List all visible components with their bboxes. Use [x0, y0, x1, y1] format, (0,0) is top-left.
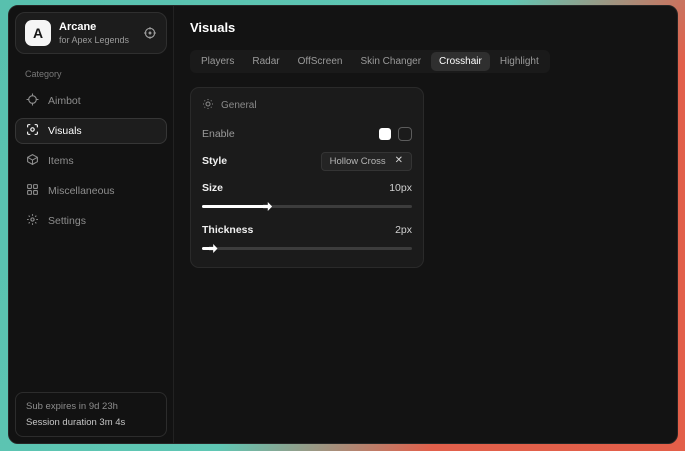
eye-scan-icon [26, 123, 39, 139]
enable-controls [379, 127, 412, 141]
app-title-block: Arcane for Apex Legends [59, 21, 135, 45]
sidebar-item-label: Items [48, 155, 74, 167]
subscription-status-card: Sub expires in 9d 23h Session duration 3… [15, 392, 167, 437]
style-row: Style Hollow Cross ✕ [202, 151, 412, 171]
enable-label: Enable [202, 128, 235, 140]
section-title: General [221, 100, 257, 111]
slider-thumb[interactable] [209, 244, 218, 253]
tab-radar[interactable]: Radar [244, 52, 287, 71]
desktop-background: A Arcane for Apex Legends Category [0, 0, 685, 451]
package-icon [26, 153, 39, 169]
general-settings-panel: General Enable Style Hollow Cross ✕ [190, 87, 424, 268]
sidebar-item-settings[interactable]: Settings [15, 208, 167, 234]
sub-expires-text: Sub expires in 9d 23h [26, 401, 156, 412]
tab-bar: Players Radar OffScreen Skin Changer Cro… [190, 50, 550, 73]
session-duration-text: Session duration 3m 4s [26, 417, 156, 428]
thickness-label: Thickness [202, 224, 253, 236]
sidebar-item-label: Miscellaneous [48, 185, 115, 197]
enable-checkbox[interactable] [398, 127, 412, 141]
tab-players[interactable]: Players [193, 52, 242, 71]
grid-icon [26, 183, 39, 199]
target-icon[interactable] [143, 26, 157, 40]
slider-track [202, 247, 412, 250]
style-select[interactable]: Hollow Cross ✕ [321, 152, 412, 171]
sidebar-item-label: Aimbot [48, 95, 81, 107]
sidebar-item-visuals[interactable]: Visuals [15, 118, 167, 144]
main-content: Visuals Players Radar OffScreen Skin Cha… [174, 6, 677, 443]
sidebar: A Arcane for Apex Legends Category [9, 6, 174, 443]
sidebar-item-aimbot[interactable]: Aimbot [15, 88, 167, 114]
sidebar-item-items[interactable]: Items [15, 148, 167, 174]
color-swatch[interactable] [379, 128, 391, 140]
thickness-row: Thickness 2px [202, 220, 412, 240]
size-row: Size 10px [202, 178, 412, 198]
size-label: Size [202, 182, 223, 194]
sidebar-spacer [15, 236, 167, 392]
tab-skin-changer[interactable]: Skin Changer [352, 52, 429, 71]
app-logo: A [25, 20, 51, 46]
app-subtitle: for Apex Legends [59, 35, 135, 45]
app-name: Arcane [59, 21, 135, 33]
category-label: Category [25, 69, 157, 79]
slider-thumb[interactable] [263, 202, 272, 211]
app-window: A Arcane for Apex Legends Category [8, 5, 678, 444]
sun-icon [202, 98, 214, 113]
sidebar-item-label: Settings [48, 215, 86, 227]
thickness-value: 2px [395, 224, 412, 236]
style-value: Hollow Cross [330, 156, 386, 167]
slider-fill [202, 205, 267, 208]
size-value: 10px [389, 182, 412, 194]
app-logo-letter: A [33, 25, 43, 41]
enable-row: Enable [202, 124, 412, 144]
thickness-slider[interactable] [202, 244, 412, 253]
tab-crosshair[interactable]: Crosshair [431, 52, 490, 71]
page-title: Visuals [190, 20, 661, 35]
sidebar-item-label: Visuals [48, 125, 82, 137]
app-header-card: A Arcane for Apex Legends [15, 12, 167, 54]
size-slider[interactable] [202, 202, 412, 211]
clear-icon[interactable]: ✕ [395, 156, 403, 166]
crosshair-icon [26, 93, 39, 109]
tab-offscreen[interactable]: OffScreen [290, 52, 351, 71]
style-label: Style [202, 155, 227, 167]
sidebar-item-miscellaneous[interactable]: Miscellaneous [15, 178, 167, 204]
section-header: General [202, 98, 412, 113]
gear-icon [26, 213, 39, 229]
tab-highlight[interactable]: Highlight [492, 52, 547, 71]
